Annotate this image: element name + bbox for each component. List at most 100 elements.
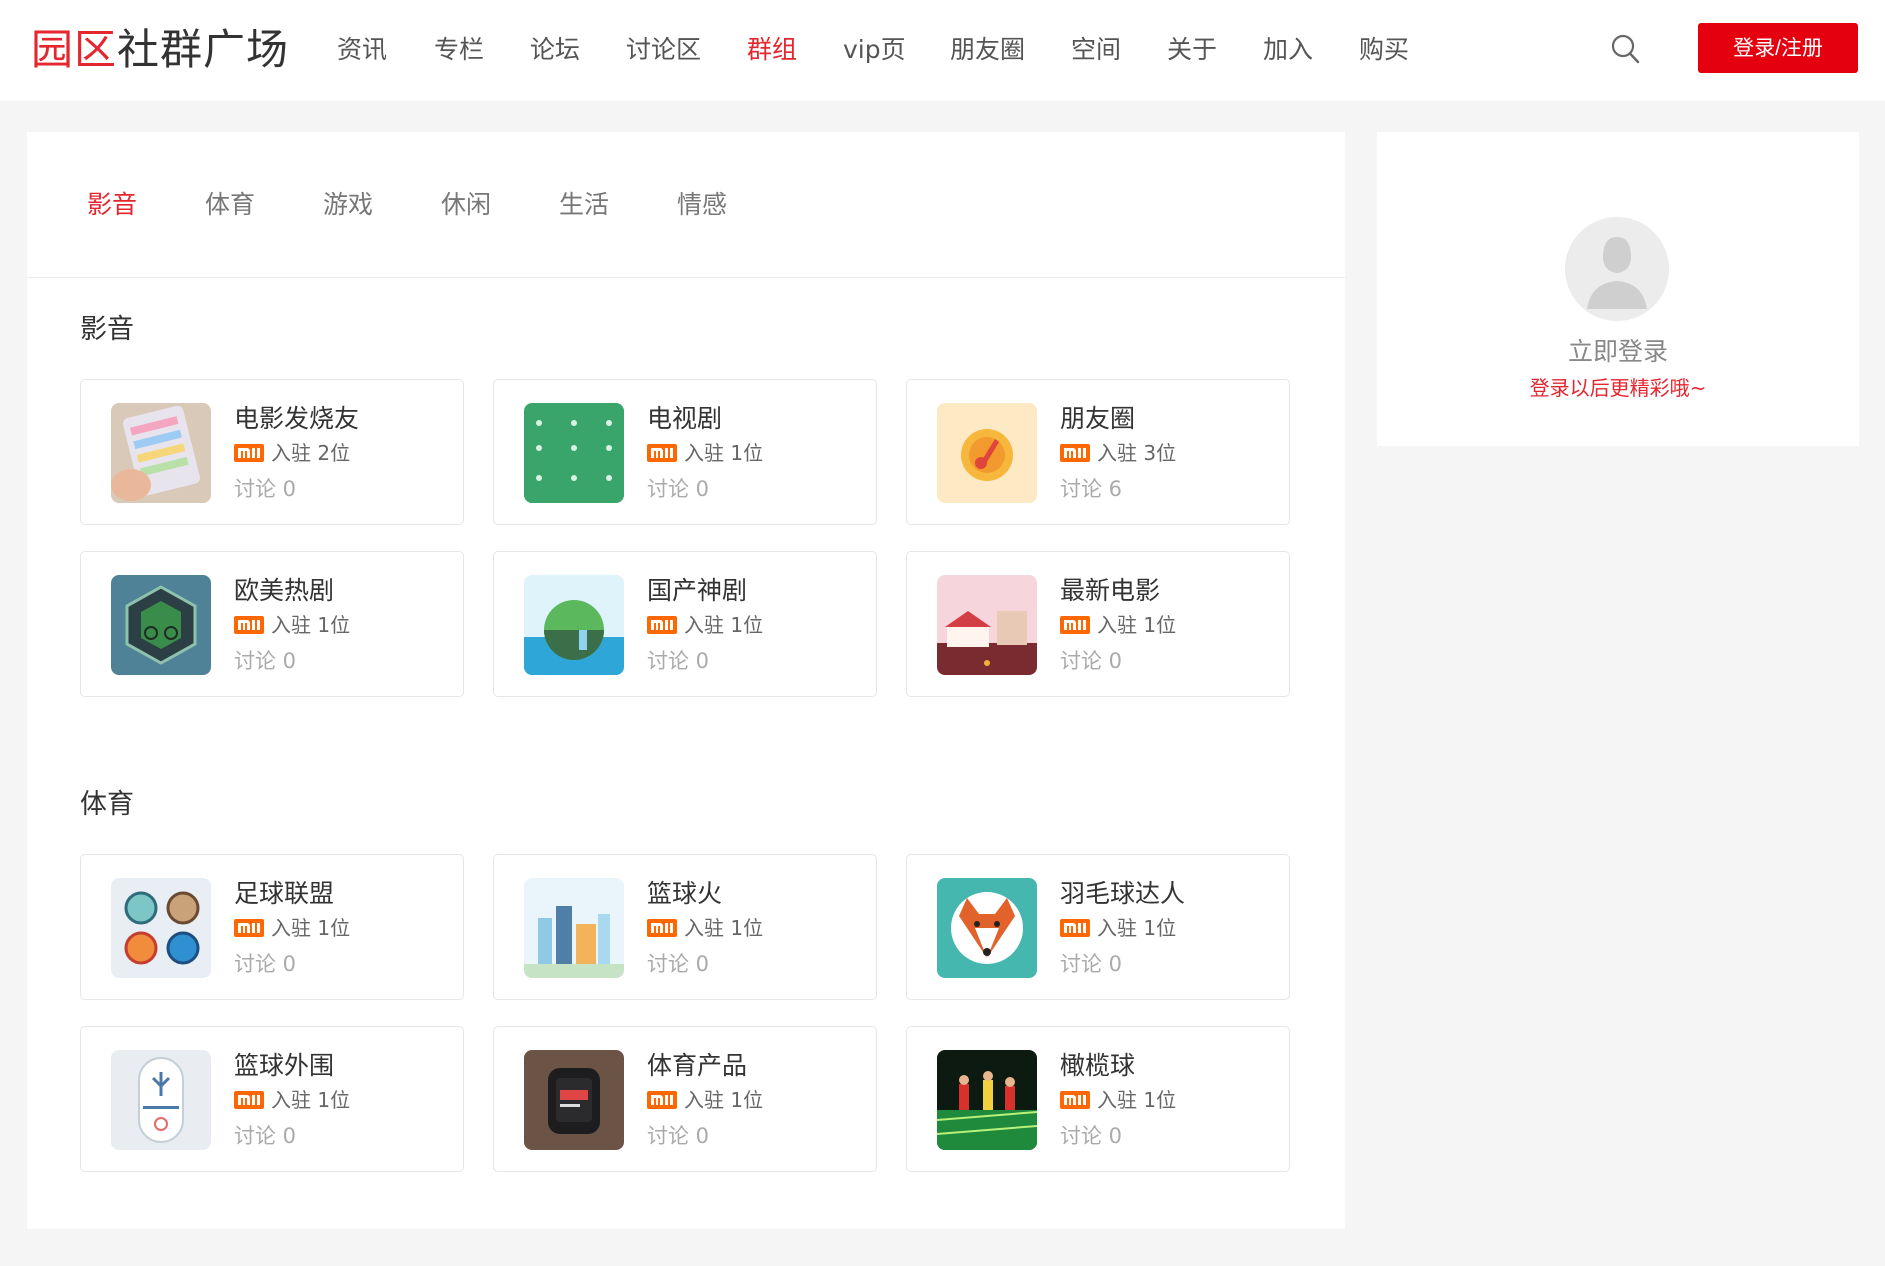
tab-life[interactable]: 生活	[559, 187, 609, 223]
site-logo[interactable]: 园区社群广场	[31, 20, 289, 80]
group-members-text: 入驻 1位	[684, 613, 764, 637]
mi-logo-icon	[1060, 616, 1090, 634]
tab-games[interactable]: 游戏	[323, 187, 373, 223]
group-discussions: 讨论 0	[234, 952, 297, 976]
group-card[interactable]: 体育产品 入驻 1位 讨论 0	[493, 1026, 877, 1172]
tab-sports[interactable]: 体育	[205, 187, 255, 223]
group-members: 入驻 1位	[234, 914, 350, 942]
group-card[interactable]: 电影发烧友 入驻 2位 讨论 0	[80, 379, 464, 525]
group-name: 橄榄球	[1060, 1051, 1136, 1080]
tab-leisure[interactable]: 休闲	[441, 187, 491, 223]
nav-item-join[interactable]: 加入	[1263, 24, 1313, 76]
group-name: 体育产品	[647, 1051, 748, 1080]
group-members-text: 入驻 1位	[1097, 1088, 1177, 1112]
mi-logo-icon	[234, 919, 264, 937]
nav-item-space[interactable]: 空间	[1071, 24, 1121, 76]
group-discussions: 讨论 0	[647, 477, 710, 501]
group-members-text: 入驻 3位	[1097, 441, 1177, 465]
group-card[interactable]: 电视剧 入驻 1位 讨论 0	[493, 379, 877, 525]
group-members: 入驻 1位	[647, 439, 763, 467]
mi-logo-icon	[647, 444, 677, 462]
nav-item-discussion[interactable]: 讨论区	[626, 24, 701, 76]
group-name: 篮球外围	[234, 1051, 335, 1080]
mi-logo-icon	[647, 919, 677, 937]
group-thumbnail	[111, 575, 211, 675]
nav-item-news[interactable]: 资讯	[337, 24, 387, 76]
group-members-text: 入驻 1位	[271, 1088, 351, 1112]
group-name: 电视剧	[647, 404, 723, 433]
group-members: 入驻 1位	[1060, 611, 1176, 639]
group-card[interactable]: 羽毛球达人 入驻 1位 讨论 0	[906, 854, 1290, 1000]
login-register-button[interactable]: 登录/注册	[1698, 23, 1858, 73]
group-discussions: 讨论 0	[647, 1124, 710, 1148]
mi-logo-icon	[1060, 919, 1090, 937]
nav-item-groups[interactable]: 群组	[747, 24, 797, 76]
group-members: 入驻 1位	[234, 611, 350, 639]
logo-black-text: 社群广场	[117, 25, 290, 74]
group-name: 电影发烧友	[234, 404, 360, 433]
section-title-media: 影音	[80, 314, 134, 345]
login-tip-text: 登录以后更精彩哦~	[1529, 376, 1707, 400]
group-card[interactable]: 国产神剧 入驻 1位 讨论 0	[493, 551, 877, 697]
tab-media[interactable]: 影音	[87, 187, 137, 223]
group-discussions: 讨论 0	[1060, 649, 1123, 673]
nav-item-columns[interactable]: 专栏	[434, 24, 484, 76]
group-card[interactable]: 篮球火 入驻 1位 讨论 0	[493, 854, 877, 1000]
mi-logo-icon	[234, 616, 264, 634]
category-tabs: 影音 体育 游戏 休闲 生活 情感	[27, 132, 1345, 278]
logo-red-text: 园区	[31, 25, 118, 74]
group-members: 入驻 2位	[234, 439, 350, 467]
top-header: 园区社群广场 资讯 专栏 论坛 讨论区 群组 vip页 朋友圈 空间 关于 加入…	[0, 0, 1885, 101]
group-list-panel: 影音 体育 游戏 休闲 生活 情感 影音 电影发烧友 入驻 2位 讨论 0 电视…	[27, 132, 1345, 1229]
group-card[interactable]: 篮球外围 入驻 1位 讨论 0	[80, 1026, 464, 1172]
mi-logo-icon	[234, 1091, 264, 1109]
group-card[interactable]: 欧美热剧 入驻 1位 讨论 0	[80, 551, 464, 697]
group-members-text: 入驻 1位	[1097, 613, 1177, 637]
group-card[interactable]: 朋友圈 入驻 3位 讨论 6	[906, 379, 1290, 525]
tab-emotion[interactable]: 情感	[677, 187, 727, 223]
section-title-sports: 体育	[80, 789, 134, 820]
group-discussions: 讨论 0	[234, 1124, 297, 1148]
group-members-text: 入驻 1位	[271, 916, 351, 940]
nav-item-moments[interactable]: 朋友圈	[950, 24, 1025, 76]
mi-logo-icon	[234, 444, 264, 462]
group-name: 欧美热剧	[234, 576, 335, 605]
nav-item-buy[interactable]: 购买	[1359, 24, 1409, 76]
group-card[interactable]: 橄榄球 入驻 1位 讨论 0	[906, 1026, 1290, 1172]
group-thumbnail	[524, 403, 624, 503]
group-members: 入驻 1位	[234, 1086, 350, 1114]
group-members-text: 入驻 1位	[684, 441, 764, 465]
group-name: 篮球火	[647, 879, 723, 908]
nav-item-vip[interactable]: vip页	[843, 24, 906, 76]
group-thumbnail	[524, 878, 624, 978]
group-members-text: 入驻 1位	[1097, 916, 1177, 940]
user-placeholder-icon	[1565, 217, 1669, 321]
group-thumbnail	[524, 575, 624, 675]
group-thumbnail	[937, 1050, 1037, 1150]
group-name: 羽毛球达人	[1060, 879, 1186, 908]
group-card[interactable]: 足球联盟 入驻 1位 讨论 0	[80, 854, 464, 1000]
mi-logo-icon	[1060, 1091, 1090, 1109]
group-thumbnail	[524, 1050, 624, 1150]
group-discussions: 讨论 0	[234, 649, 297, 673]
login-side-panel: 立即登录 登录以后更精彩哦~	[1377, 132, 1859, 446]
nav-item-about[interactable]: 关于	[1167, 24, 1217, 76]
group-discussions: 讨论 0	[647, 952, 710, 976]
group-name: 朋友圈	[1060, 404, 1136, 433]
group-members-text: 入驻 1位	[271, 613, 351, 637]
group-members: 入驻 1位	[1060, 1086, 1176, 1114]
group-thumbnail	[937, 403, 1037, 503]
avatar[interactable]	[1565, 217, 1669, 321]
group-discussions: 讨论 0	[234, 477, 297, 501]
group-card[interactable]: 最新电影 入驻 1位 讨论 0	[906, 551, 1290, 697]
group-members: 入驻 1位	[647, 611, 763, 639]
group-name: 足球联盟	[234, 879, 335, 908]
login-now-link[interactable]: 立即登录	[1377, 334, 1859, 370]
nav-item-forum[interactable]: 论坛	[530, 24, 580, 76]
group-thumbnail	[937, 878, 1037, 978]
search-icon[interactable]	[1610, 33, 1640, 65]
mi-logo-icon	[647, 616, 677, 634]
group-members-text: 入驻 1位	[684, 916, 764, 940]
group-thumbnail	[111, 1050, 211, 1150]
mi-logo-icon	[1060, 444, 1090, 462]
